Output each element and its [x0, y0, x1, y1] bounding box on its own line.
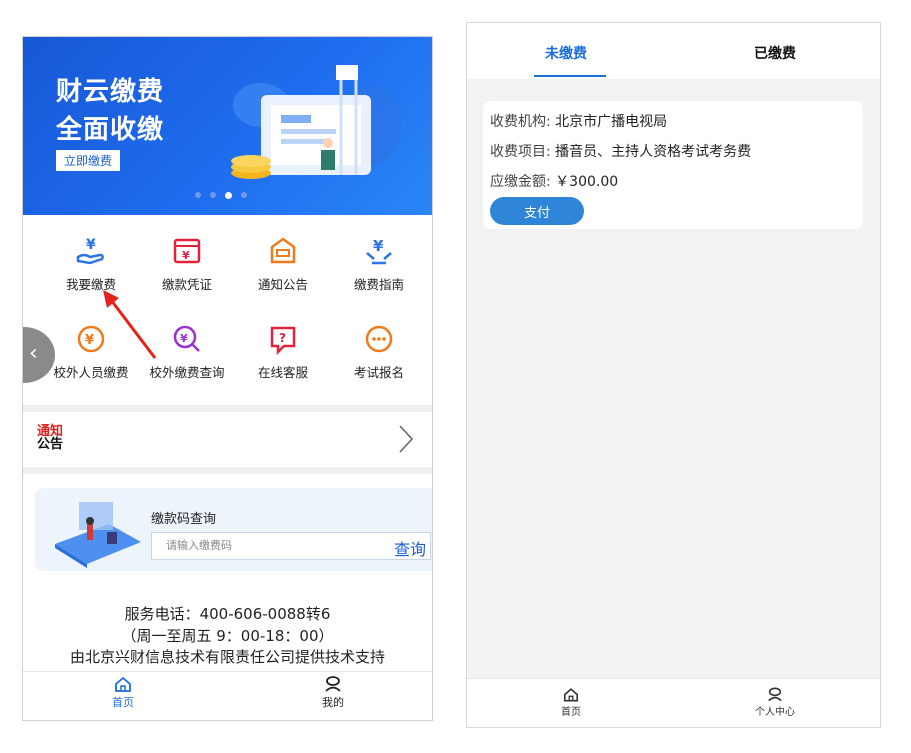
tab-home[interactable]: 首页 — [63, 676, 183, 710]
promo-banner[interactable]: 财云缴费 全面收缴 立即缴费 — [23, 37, 432, 215]
grid-item-customer-service[interactable]: ? 在线客服 — [231, 323, 335, 381]
chevron-right-icon[interactable] — [398, 424, 414, 454]
org-label: 收费机构: — [490, 114, 551, 130]
home-icon — [563, 688, 579, 702]
payment-code-input[interactable]: 请输入缴费码 — [151, 532, 431, 560]
amount-value: ￥300.00 — [555, 174, 619, 190]
tech-support: 由北京兴财信息技术有限责任公司提供技术支持 — [69, 648, 385, 666]
banner-illustration — [231, 65, 401, 179]
query-button[interactable]: 查询 — [394, 536, 426, 560]
svg-text:?: ? — [279, 331, 286, 345]
svg-text:¥: ¥ — [182, 249, 190, 262]
pay-button[interactable]: 支付 — [490, 197, 584, 225]
tab-paid[interactable]: 已缴费 — [754, 43, 796, 63]
home-screen: 财云缴费 全面收缴 立即缴费 ¥ 我要缴费 ¥ 缴款凭证 通知公告 ¥ 缴费指南… — [22, 36, 433, 721]
grid-item-label: 考试报名 — [353, 365, 404, 380]
home-icon — [115, 676, 131, 692]
notice-bar[interactable]: 通知 公告 — [23, 412, 432, 467]
tab-personal-center-label: 个人中心 — [755, 707, 795, 718]
svg-text:¥: ¥ — [373, 237, 384, 255]
carousel-dot[interactable] — [210, 192, 216, 198]
tab-mine[interactable]: 我的 — [273, 676, 393, 710]
grid-item-label: 校外人员缴费 — [53, 365, 129, 380]
payment-list-screen: 未缴费 已缴费 收费机构: 北京市广播电视局 收费项目: 播音员、主持人资格考试… — [466, 22, 881, 728]
yuan-search-icon: ¥ — [173, 325, 200, 352]
tab-home-label: 首页 — [561, 707, 581, 718]
divider — [23, 405, 432, 412]
carousel-indicator — [195, 192, 247, 199]
annotation-arrow — [103, 290, 157, 359]
payment-status-tabs: 未缴费 已缴费 — [467, 23, 880, 79]
banner-title-line2: 全面收缴 — [56, 115, 165, 145]
banner-title-line1: 财云缴费 — [56, 77, 165, 107]
yuan-hand-icon: ¥ — [76, 237, 104, 265]
item-row: 收费项目: 播音员、主持人资格考试考务费 — [490, 141, 751, 161]
active-tab-indicator — [534, 75, 606, 77]
guide-icon: ¥ — [366, 237, 392, 265]
carousel-dot-active[interactable] — [225, 192, 232, 199]
tab-personal-center[interactable]: 个人中心 — [715, 687, 835, 718]
grid-item-exam-signup[interactable]: 考试报名 — [327, 323, 431, 381]
grid-item-label: 校外缴费查询 — [149, 365, 225, 380]
amount-row: 应缴金额: ￥300.00 — [490, 171, 618, 191]
notice-logo: 通知 公告 — [37, 425, 63, 451]
payment-code-query: 缴款码查询 请输入缴费码 查询 — [35, 488, 432, 571]
amount-label: 应缴金额: — [490, 174, 551, 190]
carousel-dot[interactable] — [195, 192, 201, 198]
grid-item-label: 在线客服 — [257, 365, 308, 380]
divider — [23, 467, 432, 474]
carousel-dot[interactable] — [241, 192, 247, 198]
org-value: 北京市广播电视局 — [555, 114, 668, 130]
chat-dots-icon — [365, 325, 393, 353]
bottom-tabbar: 首页 我的 — [23, 671, 432, 720]
query-title: 缴款码查询 — [151, 512, 217, 527]
svg-text:¥: ¥ — [180, 332, 188, 345]
grid-item-notice[interactable]: 通知公告 — [231, 235, 335, 293]
tab-unpaid[interactable]: 未缴费 — [545, 43, 587, 63]
query-illustration — [55, 502, 141, 568]
tab-home-label: 首页 — [112, 696, 134, 709]
svg-text:¥: ¥ — [86, 237, 96, 253]
receipt-icon: ¥ — [173, 238, 201, 264]
tab-mine-label: 我的 — [322, 696, 344, 709]
service-phone: 服务电话：400-606-0088转6 — [124, 605, 331, 623]
tab-home[interactable]: 首页 — [511, 687, 631, 718]
pay-now-button[interactable]: 立即缴费 — [56, 150, 121, 171]
question-chat-icon: ? — [270, 326, 296, 355]
function-grid-row-2: ¥ 校外人员缴费 ¥ 校外缴费查询 ? 在线客服 考试报名 — [23, 323, 432, 403]
bottom-tabbar: 首页 个人中心 — [467, 678, 880, 727]
chevron-left-icon: ‹ — [29, 341, 38, 366]
user-icon — [768, 687, 782, 702]
grid-item-label: 通知公告 — [257, 277, 308, 292]
item-value: 播音员、主持人资格考试考务费 — [555, 144, 752, 160]
user-icon — [325, 676, 341, 692]
function-grid-row-1: ¥ 我要缴费 ¥ 缴款凭证 通知公告 ¥ 缴费指南 — [23, 235, 432, 315]
item-label: 收费项目: — [490, 144, 551, 160]
payment-record-card: 收费机构: 北京市广播电视局 收费项目: 播音员、主持人资格考试考务费 应缴金额… — [483, 101, 863, 229]
payment-code-placeholder: 请输入缴费码 — [166, 539, 232, 552]
grid-item-guide[interactable]: ¥ 缴费指南 — [327, 235, 431, 293]
notice-box-icon — [270, 237, 296, 264]
service-hours: （周一至周五 9：00-18：00） — [121, 627, 334, 645]
notice-logo-bottom: 公告 — [37, 437, 64, 452]
org-row: 收费机构: 北京市广播电视局 — [490, 111, 667, 131]
grid-item-label: 缴费指南 — [353, 277, 404, 292]
